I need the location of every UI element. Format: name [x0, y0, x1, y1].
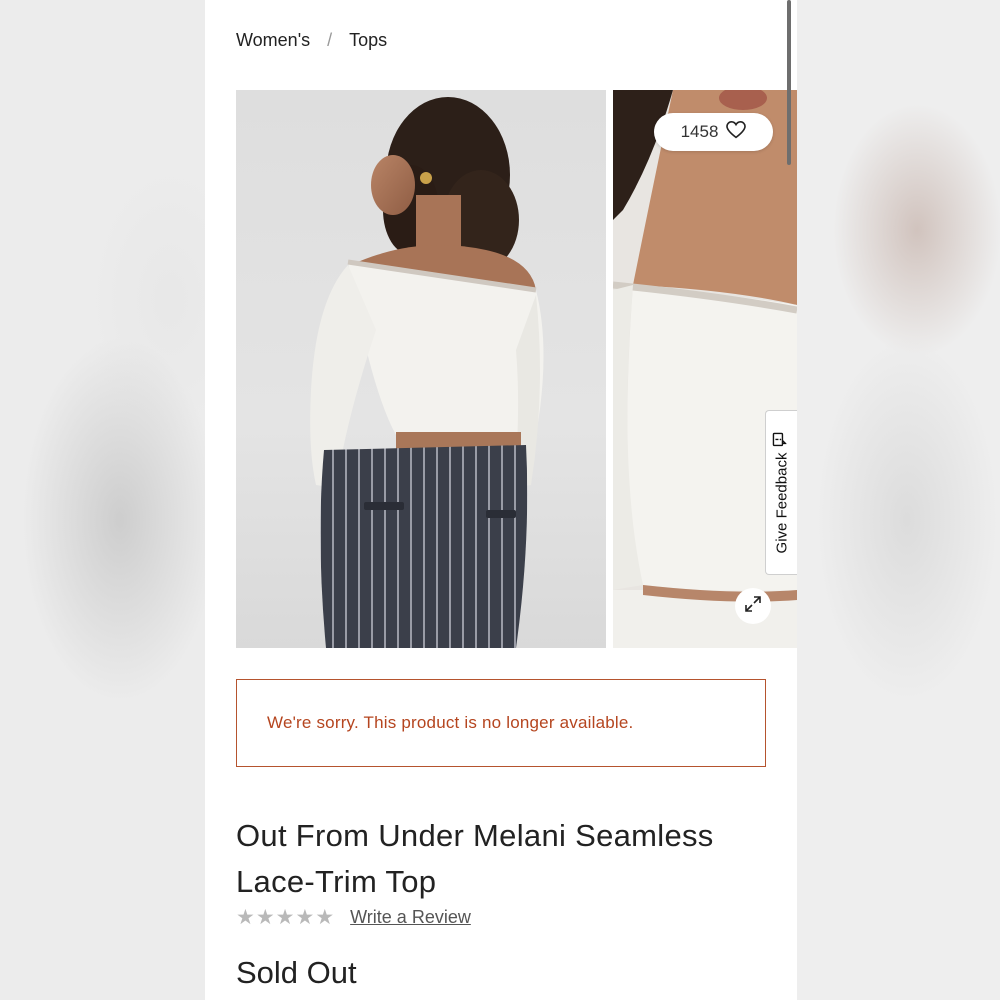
expand-icon — [743, 594, 763, 619]
product-page: Women's / Tops 1458 Give Feedback We're … — [205, 0, 797, 1000]
unavailable-alert: We're sorry. This product is no longer a… — [236, 679, 766, 767]
heart-icon — [726, 120, 747, 144]
star-icon: ★ — [275, 906, 295, 929]
breadcrumb-separator: / — [327, 30, 333, 50]
likes-button[interactable]: 1458 — [654, 113, 773, 151]
product-title-line2: Lace-Trim Top — [236, 864, 437, 899]
breadcrumb: Women's / Tops — [236, 30, 387, 51]
feedback-icon — [772, 432, 791, 446]
background-blur-left — [0, 0, 205, 1000]
scrollbar-thumb[interactable] — [787, 0, 791, 165]
give-feedback-tab[interactable]: Give Feedback — [765, 410, 797, 575]
star-icon: ★ — [236, 906, 255, 929]
star-icon: ★ — [255, 906, 275, 929]
product-photo-back-view — [310, 97, 544, 648]
alert-message: We're sorry. This product is no longer a… — [267, 713, 634, 732]
product-image-main[interactable] — [236, 90, 606, 648]
breadcrumb-tops[interactable]: Tops — [349, 30, 387, 51]
star-icon: ★ — [295, 906, 315, 929]
expand-image-button[interactable] — [735, 588, 771, 624]
product-title-line1: Out From Under Melani Seamless — [236, 818, 714, 853]
product-title: Out From Under Melani Seamless Lace-Trim… — [236, 813, 781, 905]
star-icon: ★ — [315, 906, 335, 929]
write-review-link[interactable]: Write a Review — [350, 907, 471, 928]
stock-status: Sold Out — [236, 955, 357, 990]
star-rating: ★ ★ ★ ★ ★ — [236, 907, 334, 928]
background-blur-right — [797, 0, 1000, 1000]
feedback-label: Give Feedback — [773, 452, 791, 553]
rating-row: ★ ★ ★ ★ ★ Write a Review — [236, 907, 471, 928]
breadcrumb-womens[interactable]: Women's — [236, 30, 310, 51]
likes-count: 1458 — [680, 122, 719, 141]
